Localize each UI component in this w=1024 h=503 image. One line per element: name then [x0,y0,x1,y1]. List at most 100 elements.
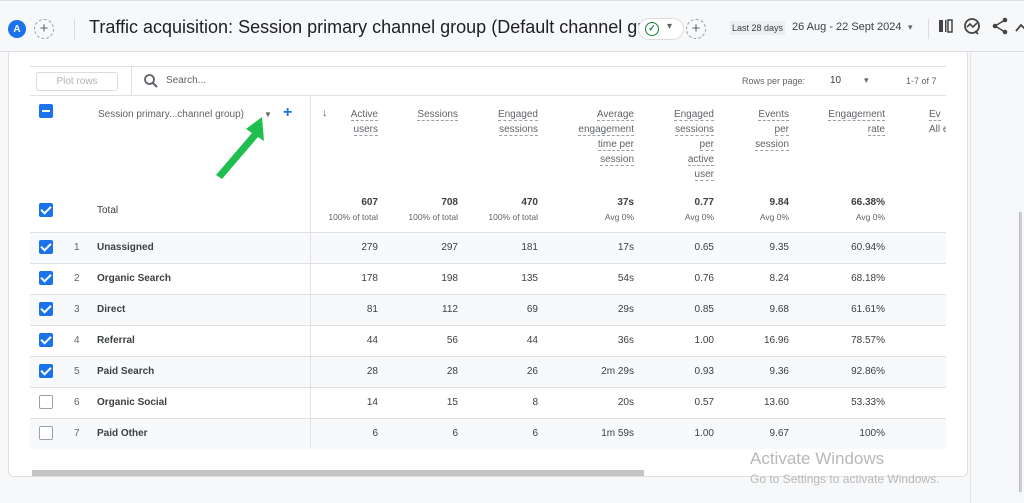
table-row[interactable] [30,418,946,449]
total-checkbox[interactable] [39,203,53,217]
row-number: 1 [74,242,80,253]
metric-column-header[interactable]: Engagement rate [828,107,885,137]
metric-cell: 198 [441,273,458,284]
row-number: 4 [74,335,80,346]
trend-icon[interactable] [1014,16,1024,36]
metric-cell: 9.36 [769,366,789,377]
metric-header-text: Engagement [828,109,885,121]
metric-total: 470 [521,197,538,208]
metric-column-header[interactable]: Engaged sessions [497,107,538,137]
metric-header-text: per [774,124,789,136]
divider [74,19,75,39]
report-status-chip[interactable]: ✓ ▾ [638,18,684,40]
metric-header-text: Ev [929,109,941,121]
row-channel-name[interactable]: Paid Other [97,428,148,439]
comparison-avatar[interactable]: A [8,20,26,38]
metric-total: 37s [617,197,634,208]
row-checkbox[interactable] [39,426,53,440]
metric-cell: 100% [859,428,885,439]
row-number: 7 [74,428,80,439]
metric-column-header[interactable]: Engaged sessions per active user [673,107,714,182]
search-input[interactable]: Search... [166,75,206,86]
row-checkbox[interactable] [39,364,53,378]
metric-cell: 44 [526,335,538,346]
row-checkbox[interactable] [39,302,53,316]
metric-header-text: Engaged [497,109,538,121]
sort-descending-icon[interactable]: ↓ [322,107,328,119]
metric-total: 708 [441,197,458,208]
rows-per-page-label: Rows per page: [742,76,806,86]
metric-cell: 1.00 [694,428,714,439]
row-channel-name[interactable]: Organic Search [97,273,171,284]
row-channel-name[interactable]: Paid Search [97,366,154,377]
metric-cell: 0.57 [694,397,714,408]
metric-total-subtext: Avg 0% [684,212,714,222]
metric-total-subtext: 100% of total [408,212,458,222]
add-comparison-button[interactable]: + [34,19,54,39]
annotation-arrow-icon [216,117,264,179]
metric-header-text: active [687,154,714,166]
metric-column-header[interactable]: Average engagement time per session [578,107,634,167]
metric-cell: 14 [366,397,378,408]
metric-cell: 28 [446,366,458,377]
metric-column-header[interactable]: Ev All e [929,107,946,137]
page-title: Traffic acquisition: Session primary cha… [89,17,680,37]
metric-total-subtext: Avg 0% [604,212,634,222]
right-side-panel [970,52,1024,503]
row-channel-name[interactable]: Organic Social [97,397,167,408]
table-row[interactable] [30,294,946,325]
row-checkbox[interactable] [39,271,53,285]
metric-cell: 13.60 [763,397,789,408]
metric-cell: 279 [361,242,378,253]
metric-cell: 0.76 [694,273,714,284]
metric-cell: 0.65 [694,242,714,253]
table-row[interactable] [30,356,946,387]
rows-per-page-select[interactable]: 10 [830,75,841,86]
row-checkbox[interactable] [39,240,53,254]
chevron-down-icon[interactable]: ▾ [864,75,869,86]
metric-cell: 135 [521,273,538,284]
row-checkbox[interactable] [39,395,53,409]
metric-column-header[interactable]: Sessions [417,107,458,122]
customize-report-icon[interactable] [936,16,956,36]
metric-cell: 9.35 [769,242,789,253]
date-range-label[interactable]: Last 28 days [730,21,786,35]
dimension-column-divider [310,96,311,448]
metric-cell: 20s [617,397,634,408]
horizontal-scrollbar[interactable] [32,470,644,476]
table-row[interactable] [30,387,946,418]
metric-header-text: per [699,139,714,151]
date-range-value[interactable]: 26 Aug - 22 Sept 2024 [792,21,901,33]
row-checkbox[interactable] [39,333,53,347]
row-channel-name[interactable]: Direct [97,304,125,315]
date-range-dropdown-icon[interactable]: ▾ [908,22,913,33]
metric-cell: 181 [521,242,538,253]
activate-windows-subtitle: Go to Settings to activate Windows. [750,472,940,486]
metric-cell: 1.00 [694,335,714,346]
select-all-checkbox[interactable] [39,104,53,118]
report-header: A + Traffic acquisition: Session primary… [0,0,1024,52]
metric-cell: 297 [441,242,458,253]
pagination-status: 1-7 of 7 [906,76,937,86]
metric-header-text: session [600,154,634,166]
metric-cell: 17s [617,242,634,253]
table-row[interactable] [30,325,946,356]
add-dimension-button[interactable]: + [283,104,292,122]
metric-cell: 9.67 [769,428,789,439]
table-row[interactable] [30,232,946,263]
plot-rows-button[interactable]: Plot rows [36,72,118,91]
activate-windows-title: Activate Windows [750,449,885,468]
metric-cell: 54s [617,273,634,284]
row-channel-name[interactable]: Referral [97,335,135,346]
row-channel-name[interactable]: Unassigned [97,242,154,253]
metric-column-header[interactable]: Active users [350,107,378,137]
add-filter-button[interactable]: + [686,19,706,39]
metric-header-text: users [353,124,378,136]
metric-cell: 16.96 [763,335,789,346]
metric-header-text: user [694,169,714,181]
share-icon[interactable] [990,16,1010,36]
insights-icon[interactable] [962,16,982,36]
metric-cell: 112 [442,304,458,315]
metric-column-header[interactable]: Events per session [755,107,789,152]
vertical-scrollbar[interactable] [1019,212,1022,492]
